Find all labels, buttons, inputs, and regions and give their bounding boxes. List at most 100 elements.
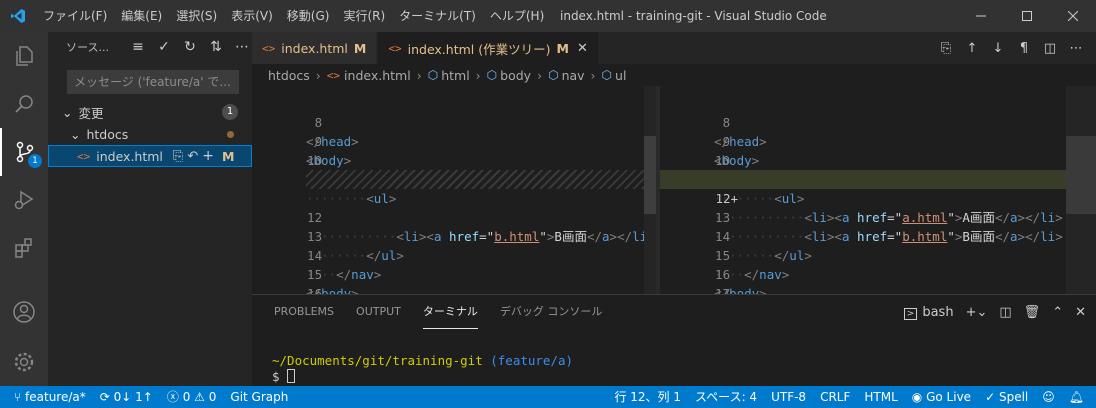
menu-go[interactable]: 移動(G) <box>280 0 337 32</box>
breadcrumb-item[interactable]: html <box>441 68 469 83</box>
file-status-badge: M <box>221 148 235 164</box>
accounts-button[interactable] <box>0 288 48 336</box>
tab-output[interactable]: OUTPUT <box>356 295 401 329</box>
code-line: 13 ············<li><a href="b.html">B画面<… <box>660 189 1094 244</box>
tab-index-html[interactable]: <> index.html M <box>252 32 377 64</box>
sync-status[interactable]: ⟳ 0↓ 1↑ <box>93 386 160 408</box>
code-line: 18 <box>660 284 1094 294</box>
menu-file[interactable]: ファイル(F) <box>36 0 114 32</box>
open-file-icon[interactable]: ⎘ <box>938 41 954 56</box>
end-of-line[interactable]: CRLF <box>813 386 857 408</box>
problems-status[interactable]: ⓧ 0 ⚠ 0 <box>160 386 224 408</box>
search-button[interactable] <box>0 80 48 128</box>
notifications-button[interactable]: 🔔︎ <box>1062 386 1096 408</box>
branch-status[interactable]: ⑂ feature/a* <box>0 386 93 408</box>
trash-icon[interactable]: 🗑 <box>1024 305 1041 320</box>
source-control-button[interactable]: 1 <box>0 128 48 176</box>
changed-file-row[interactable]: <> index.html ⎘ ↶ + M <box>48 145 252 167</box>
changes-group[interactable]: ⌄ 変更 1 <box>48 101 252 123</box>
tab-terminal[interactable]: ターミナル <box>422 295 478 329</box>
feedback-button[interactable]: ☺ <box>1035 386 1062 408</box>
open-file-icon[interactable]: ⎘ <box>173 149 183 164</box>
more-actions-icon[interactable]: ⋯ <box>234 39 250 55</box>
spell-button[interactable]: ✓ Spell <box>978 386 1035 408</box>
next-change-icon[interactable]: ↓ <box>990 41 1006 56</box>
breadcrumb-item[interactable]: body <box>500 68 531 83</box>
close-icon[interactable]: ✕ <box>1075 305 1086 320</box>
explorer-button[interactable] <box>0 32 48 80</box>
tab-problems[interactable]: PROBLEMS <box>274 295 334 329</box>
tab-label: index.html (作業ツリー) <box>407 41 551 57</box>
close-window-button[interactable] <box>1050 0 1096 32</box>
warning-count: 0 <box>208 390 217 404</box>
more-actions-icon[interactable]: ⋯ <box>1068 41 1084 56</box>
code-line: 9 <body> <box>252 113 656 168</box>
check-icon: ✓ <box>985 390 996 404</box>
html-file-icon: <> <box>388 41 402 55</box>
previous-change-icon[interactable]: ↑ <box>964 41 980 56</box>
error-icon: ⓧ <box>166 390 179 404</box>
menu-terminal[interactable]: ターミナル(T) <box>392 0 483 32</box>
pull-push-icon[interactable]: ⇅ <box>208 39 224 55</box>
changed-file-name: index.html <box>96 148 163 164</box>
tab-label: index.html <box>281 40 348 56</box>
status-bar: ⑂ feature/a* ⟳ 0↓ 1↑ ⓧ 0 ⚠ 0 Git Graph 行… <box>0 386 1096 408</box>
editor-actions: ⎘ ↑ ↓ ¶ ◫ ⋯ <box>938 32 1096 64</box>
scrollbar-thumb[interactable] <box>644 136 656 214</box>
breadcrumb-item[interactable]: index.html <box>344 68 411 83</box>
split-terminal-icon[interactable]: ◫ <box>999 305 1011 320</box>
code-line: 17 <box>252 284 656 294</box>
maximize-button[interactable] <box>1004 0 1050 32</box>
element-symbol-icon: ⬡ <box>601 68 613 82</box>
sync-icon: ⟳ <box>99 390 110 404</box>
changes-group-label: 変更 <box>78 105 104 121</box>
new-terminal-icon[interactable]: +⌄ <box>966 305 988 320</box>
tab-debug-console[interactable]: デバッグ コンソール <box>500 295 603 329</box>
menu-selection[interactable]: 選択(S) <box>169 0 224 32</box>
terminal-prompt-line[interactable]: $ <box>272 369 296 384</box>
cursor-position[interactable]: 行 12、列 1 <box>607 386 688 408</box>
menu-view[interactable]: 表示(V) <box>224 0 280 32</box>
commit-check-icon[interactable]: ✓ <box>156 39 172 55</box>
indentation[interactable]: スペース: 4 <box>688 386 764 408</box>
manage-button[interactable] <box>0 338 48 386</box>
whitespace-toggle-icon[interactable]: ¶ <box>1016 41 1032 56</box>
window-controls <box>958 0 1096 32</box>
refresh-icon[interactable]: ↻ <box>182 39 198 55</box>
extensions-icon <box>15 238 32 258</box>
git-graph-button[interactable]: Git Graph <box>223 386 295 408</box>
discard-changes-icon[interactable]: ↶ <box>187 149 198 164</box>
chevron-up-icon[interactable]: ⌃ <box>1052 305 1063 320</box>
sidebar-title: ソース... <box>66 41 109 54</box>
breadcrumb-item[interactable]: ul <box>615 68 626 83</box>
terminal-selector[interactable]: > bash <box>903 305 954 320</box>
commit-message-input[interactable]: メッセージ ('feature/a' で... <box>67 70 239 94</box>
breadcrumb-item[interactable]: nav <box>562 68 585 83</box>
menu-run[interactable]: 実行(R) <box>336 0 392 32</box>
close-icon[interactable]: ✕ <box>577 41 588 56</box>
menu-edit[interactable]: 編集(E) <box>114 0 169 32</box>
spell-label: Spell <box>998 390 1029 404</box>
extensions-button[interactable] <box>0 224 48 272</box>
language-mode[interactable]: HTML <box>857 386 904 408</box>
panel-actions: > bash +⌄ ◫ 🗑 ⌃ ✕ <box>903 295 1086 329</box>
code-line: 15 </body> <box>252 246 656 294</box>
html-file-icon: <> <box>326 68 341 82</box>
run-debug-button[interactable] <box>0 176 48 224</box>
split-editor-icon[interactable]: ◫ <box>1042 41 1058 56</box>
minimize-button[interactable] <box>958 0 1004 32</box>
code-line: 12 ············<li><a href="b.html">B画面<… <box>252 189 656 244</box>
diff-modified-pane[interactable]: 8 </head> 9 <body> 10 ····<nav> 11 ·····… <box>660 86 1094 294</box>
breadcrumb-item[interactable]: htdocs <box>268 68 310 83</box>
code-line: 13 ········</ul> <box>252 208 656 263</box>
scrollbar-thumb[interactable] <box>1066 136 1096 214</box>
chevron-right-icon: › <box>590 67 596 83</box>
folder-row[interactable]: ⌄ htdocs <box>48 123 252 145</box>
stage-changes-icon[interactable]: + <box>202 148 214 164</box>
view-as-tree-icon[interactable]: ≡ <box>130 39 146 55</box>
encoding[interactable]: UTF-8 <box>764 386 813 408</box>
go-live-button[interactable]: ◉ Go Live <box>905 386 978 408</box>
tab-index-html-working-tree[interactable]: <> index.html (作業ツリー) M ✕ <box>378 32 598 64</box>
menu-help[interactable]: ヘルプ(H) <box>483 0 551 32</box>
diff-original-pane[interactable]: 8 </head> 9 <body> 10 ····<nav> 11 ·····… <box>252 86 656 294</box>
